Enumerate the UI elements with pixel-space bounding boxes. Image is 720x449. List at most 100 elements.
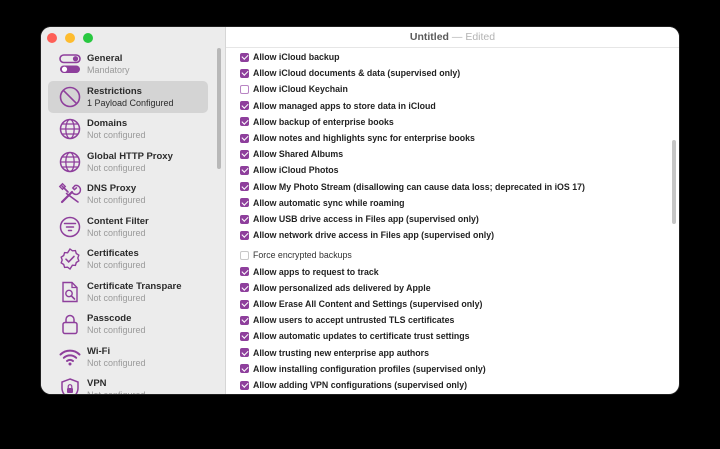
option-label: Allow iCloud Keychain [253, 84, 348, 95]
checkbox[interactable] [240, 331, 249, 341]
sidebar-item-vpn[interactable]: VPNNot configured [48, 373, 208, 394]
sidebar-item-certificate-transpare[interactable]: Certificate Transpare Not configured [48, 276, 208, 309]
window-title: Untitled — Edited [226, 31, 679, 43]
sidebar-item-subtitle: Not configured [87, 260, 146, 270]
option-label: Allow iCloud Photos [253, 165, 339, 176]
sidebar-item-dns-proxy[interactable]: DNS Proxy Not configured [48, 178, 208, 211]
option-row[interactable]: Allow iCloud Photos [240, 162, 339, 178]
checkbox[interactable] [240, 230, 249, 240]
certificate-badge-icon [58, 247, 82, 271]
checkbox[interactable] [240, 84, 249, 94]
option-label: Allow automatic sync while roaming [253, 197, 405, 208]
option-row[interactable]: Allow users to accept untrusted TLS cert… [240, 312, 454, 328]
checkbox[interactable] [240, 250, 249, 260]
option-label: Allow automatic updates to certificate t… [253, 331, 470, 342]
option-row[interactable]: Allow personalized ads delivered by Appl… [240, 280, 431, 296]
option-row[interactable]: Allow backup of enterprise books [240, 114, 394, 130]
sidebar-item-subtitle: Not configured [87, 325, 146, 335]
option-label: Allow network drive access in Files app … [253, 230, 495, 241]
checkbox[interactable] [240, 198, 249, 208]
sidebar-item-restrictions[interactable]: Restrictions 1 Payload Configured [48, 80, 208, 113]
sidebar-item-subtitle: Not configured [87, 162, 146, 173]
option-label: Allow iCloud backup [253, 52, 340, 62]
option-label: Allow trusting new enterprise app author… [253, 347, 429, 358]
option-label: Allow apps to request to track [253, 266, 379, 277]
wifi-icon [58, 345, 82, 369]
sidebar-item-subtitle: Not configured [87, 390, 146, 394]
edited-status: Edited [465, 31, 496, 43]
sidebar-item-subtitle: Not configured [87, 227, 146, 238]
zoom-button[interactable] [83, 33, 93, 43]
sidebar-item-content-filter[interactable]: Content Filter Not configured [48, 211, 208, 244]
sidebar-item-title: Certificate Transpare [87, 280, 182, 292]
option-row[interactable]: Allow iCloud backup [240, 49, 340, 65]
option-row[interactable]: Allow trusting new enterprise app author… [240, 345, 429, 361]
option-row[interactable]: Allow Shared Albums [240, 146, 343, 162]
option-row[interactable]: Force encrypted backups [240, 247, 352, 263]
sidebar-item-subtitle: 1 Payload Configured [87, 97, 174, 108]
checkbox[interactable] [240, 182, 249, 192]
checkbox[interactable] [240, 133, 249, 143]
checkbox[interactable] [240, 267, 249, 277]
window-controls [47, 33, 93, 43]
option-label: Allow iCloud documents & data (supervise… [253, 68, 461, 79]
checkbox[interactable] [240, 101, 249, 111]
option-label: Allow USB drive access in Files app (sup… [253, 214, 479, 224]
filter-icon [58, 215, 82, 239]
checkbox[interactable] [240, 149, 249, 159]
option-row[interactable]: Allow iCloud Keychain [240, 81, 348, 97]
sidebar-item-title: Content Filter [87, 215, 149, 227]
sidebar-item-title: Wi-Fi [87, 345, 111, 357]
globe-icon [58, 117, 82, 141]
checkbox[interactable] [240, 68, 249, 78]
vpn-icon [58, 377, 82, 394]
checkbox[interactable] [240, 348, 249, 358]
option-row[interactable]: Allow USB drive access in Files app (sup… [240, 211, 479, 227]
sidebar-item-title: Certificates [87, 248, 139, 259]
checkbox[interactable] [240, 380, 249, 390]
option-label: Allow installing configuration profiles … [253, 363, 486, 374]
option-row[interactable]: Allow network drive access in Files app … [240, 227, 494, 243]
sidebar-scrollbar[interactable] [217, 48, 221, 169]
sidebar-item-global-http-proxy[interactable]: Global HTTP Proxy Not configured [48, 146, 208, 179]
titlebar: Untitled — Edited [226, 27, 679, 48]
option-row[interactable]: Allow My Photo Stream (disallowing can c… [240, 179, 585, 195]
option-row[interactable]: Allow automatic sync while roaming [240, 195, 405, 211]
checkbox[interactable] [240, 214, 249, 224]
checkbox[interactable] [240, 117, 249, 127]
checkbox[interactable] [240, 165, 249, 175]
option-row[interactable]: Allow notes and highlights sync for ente… [240, 130, 475, 146]
option-label: Allow Shared Albums [253, 149, 344, 160]
sidebar-item-domains[interactable]: Domains Not configured [48, 113, 208, 146]
option-row[interactable]: Allow managed apps to store data in iClo… [240, 98, 436, 114]
app-window: General Mandatory Restrictions 1 Payload Co… [41, 27, 679, 394]
checkbox[interactable] [240, 283, 249, 293]
option-row[interactable]: Allow iCloud documents & data (supervise… [240, 65, 460, 81]
option-label: Allow My Photo Stream (disallowing can c… [253, 181, 585, 192]
checkbox[interactable] [240, 52, 249, 62]
checkbox[interactable] [240, 299, 249, 309]
option-row[interactable]: Allow installing configuration profiles … [240, 361, 486, 377]
option-label: Allow notes and highlights sync for ente… [253, 133, 475, 143]
sidebar-item-passcode[interactable]: Passcode Not configured [48, 308, 208, 341]
option-row[interactable]: Allow apps to request to track [240, 264, 379, 280]
option-row[interactable]: Allow Erase All Content and Settings (su… [240, 296, 482, 312]
checkbox[interactable] [240, 364, 249, 374]
option-row[interactable]: Allow automatic updates to certificate t… [240, 328, 470, 344]
close-button[interactable] [47, 33, 57, 43]
sidebar-item-title: Global HTTP Proxy [87, 150, 173, 162]
option-label: Allow adding VPN configurations (supervi… [253, 380, 468, 390]
lock-icon [58, 312, 82, 336]
option-row[interactable]: Allow adding VPN configurations (supervi… [240, 377, 467, 393]
sidebar-item-general[interactable]: General Mandatory [48, 48, 208, 81]
sidebar-item-certificates[interactable]: Certificates Not configured [48, 243, 208, 276]
content-scrollbar[interactable] [672, 140, 676, 224]
option-label: Force encrypted backups [253, 250, 352, 261]
title-separator: — [451, 31, 463, 43]
document-search-icon [58, 280, 82, 304]
sidebar-item-title: DNS Proxy [87, 183, 137, 194]
checkbox[interactable] [240, 315, 249, 325]
minimize-button[interactable] [65, 33, 75, 43]
toggle-icon [58, 52, 82, 76]
sidebar-item-wi-fi[interactable]: Wi-Fi Not configured [48, 341, 208, 374]
